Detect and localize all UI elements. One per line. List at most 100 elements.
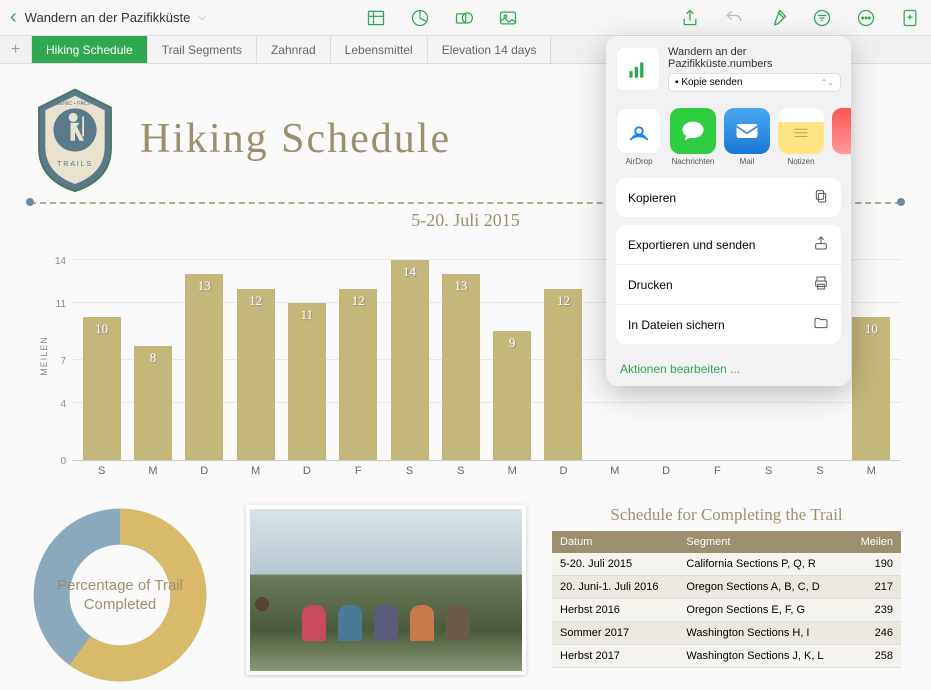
action-label: Drucken xyxy=(628,278,673,292)
bar-column[interactable]: 12 xyxy=(335,289,382,460)
table-row[interactable]: 20. Juni-1. Juli 2016Oregon Sections A, … xyxy=(552,576,901,599)
x-tick: M xyxy=(489,465,536,477)
undo-icon[interactable] xyxy=(723,7,745,29)
table-title: Schedule for Completing the Trail xyxy=(552,505,901,525)
person-figure xyxy=(302,605,326,641)
table-row[interactable]: Herbst 2016Oregon Sections E, F, G239 xyxy=(552,599,901,622)
svg-text:TRAILS: TRAILS xyxy=(57,159,93,168)
x-tick: M xyxy=(591,465,638,477)
chart-icon[interactable] xyxy=(409,7,431,29)
insert-icon[interactable] xyxy=(899,7,921,29)
share-popover: Wandern an der Pazifikküste.numbers ▪ Ko… xyxy=(606,36,851,386)
bar-value: 8 xyxy=(150,350,157,366)
document-thumbnail xyxy=(616,47,660,91)
donut-label: Percentage of Trail Completed xyxy=(30,505,210,685)
mail-icon xyxy=(724,108,770,154)
table-header: Datum xyxy=(552,531,678,553)
share-action-print[interactable]: Drucken xyxy=(616,265,841,305)
person-figure xyxy=(446,605,470,641)
back-chevron-icon[interactable]: ‹ xyxy=(10,6,17,29)
x-tick: M xyxy=(129,465,176,477)
trail-logo: SCENIC • PACIFICTRAILS xyxy=(30,84,120,194)
share-action-export[interactable]: Exportieren und senden xyxy=(616,225,841,265)
print-icon xyxy=(813,275,829,294)
share-app-nachrichten[interactable]: Nachrichten xyxy=(670,108,716,166)
app-label: AirDrop xyxy=(625,157,652,166)
sheet-tab[interactable]: Trail Segments xyxy=(148,36,257,63)
x-tick: F xyxy=(335,465,382,477)
sheet-tab[interactable]: Zahnrad xyxy=(257,36,331,63)
airdrop-icon xyxy=(616,108,662,154)
table-header: Meilen xyxy=(848,531,901,553)
table-row[interactable]: 5-20. Juli 2015California Sections P, Q,… xyxy=(552,553,901,576)
bar-value: 12 xyxy=(249,293,262,309)
format-brush-icon[interactable] xyxy=(767,7,789,29)
sheet-tab[interactable]: Lebensmittel xyxy=(331,36,428,63)
media-icon[interactable] xyxy=(497,7,519,29)
share-format-select[interactable]: ▪ Kopie senden ⌃⌄ xyxy=(668,73,841,92)
table-icon[interactable] xyxy=(365,7,387,29)
sheet-tab[interactable]: Hiking Schedule xyxy=(32,36,148,63)
share-app-freeform[interactable]: Fr xyxy=(832,108,851,166)
action-label: In Dateien sichern xyxy=(628,318,725,332)
bar-column[interactable]: 9 xyxy=(489,331,536,460)
bar-value: 13 xyxy=(198,278,211,294)
table-row[interactable]: Herbst 2017Washington Sections J, K, L25… xyxy=(552,645,901,668)
y-tick: 7 xyxy=(60,356,66,367)
y-tick: 0 xyxy=(60,456,66,467)
x-tick: S xyxy=(386,465,433,477)
share-icon[interactable] xyxy=(679,7,701,29)
bar-column[interactable]: 10 xyxy=(848,317,895,460)
sheet-tab[interactable]: Elevation 14 days xyxy=(428,36,552,63)
bar-value: 14 xyxy=(403,264,416,280)
edit-actions-link[interactable]: Aktionen bearbeiten ... xyxy=(606,352,851,386)
bar-column[interactable]: 13 xyxy=(181,274,228,460)
table-cell: 20. Juni-1. Juli 2016 xyxy=(552,576,678,599)
bar-value: 9 xyxy=(509,335,516,351)
add-sheet-button[interactable]: + xyxy=(0,36,32,63)
table-cell: 246 xyxy=(848,622,901,645)
document-title[interactable]: Wandern an der Pazifikküste xyxy=(25,10,191,25)
bar-column[interactable]: 14 xyxy=(386,260,433,460)
share-action-folder[interactable]: In Dateien sichern xyxy=(616,305,841,344)
person-figure xyxy=(374,605,398,641)
folder-icon xyxy=(813,315,829,334)
y-tick: 14 xyxy=(55,256,66,267)
table-cell: Washington Sections H, I xyxy=(678,622,847,645)
freeform-icon xyxy=(832,108,851,154)
nachrichten-icon xyxy=(670,108,716,154)
share-app-mail[interactable]: Mail xyxy=(724,108,770,166)
person-figure xyxy=(410,605,434,641)
bar-value: 12 xyxy=(557,293,570,309)
export-icon xyxy=(813,235,829,254)
action-label: Exportieren und senden xyxy=(628,238,755,252)
notizen-icon xyxy=(778,108,824,154)
share-app-airdrop[interactable]: AirDrop xyxy=(616,108,662,166)
table-cell: 5-20. Juli 2015 xyxy=(552,553,678,576)
bar-column[interactable]: 12 xyxy=(540,289,587,460)
bar-column[interactable]: 10 xyxy=(78,317,125,460)
action-label: Kopieren xyxy=(628,191,676,205)
app-label: Mail xyxy=(740,157,755,166)
photo-placeholder[interactable] xyxy=(246,505,526,675)
y-axis-label: MEILEN xyxy=(39,336,49,376)
filter-icon[interactable] xyxy=(811,7,833,29)
doc-menu-chevron-icon[interactable]: ⌵ xyxy=(198,12,206,23)
schedule-table[interactable]: DatumSegmentMeilen 5-20. Juli 2015Califo… xyxy=(552,531,901,668)
table-cell: Herbst 2016 xyxy=(552,599,678,622)
bar-column[interactable]: 12 xyxy=(232,289,279,460)
toolbar: ‹ Wandern an der Pazifikküste ⌵ xyxy=(0,0,931,36)
share-app-notizen[interactable]: Notizen xyxy=(778,108,824,166)
more-icon[interactable] xyxy=(855,7,877,29)
table-cell: 217 xyxy=(848,576,901,599)
bar-column[interactable]: 8 xyxy=(129,346,176,460)
bar-column[interactable]: 13 xyxy=(437,274,484,460)
table-row[interactable]: Sommer 2017Washington Sections H, I246 xyxy=(552,622,901,645)
share-action-copy[interactable]: Kopieren xyxy=(616,178,841,217)
donut-chart[interactable]: Percentage of Trail Completed xyxy=(30,505,220,685)
share-filename: Wandern an der Pazifikküste.numbers xyxy=(668,46,841,70)
shapes-icon[interactable] xyxy=(453,7,475,29)
x-tick: D xyxy=(181,465,228,477)
bar-column[interactable]: 11 xyxy=(283,303,330,460)
select-chevrons-icon: ⌃⌄ xyxy=(821,78,834,87)
